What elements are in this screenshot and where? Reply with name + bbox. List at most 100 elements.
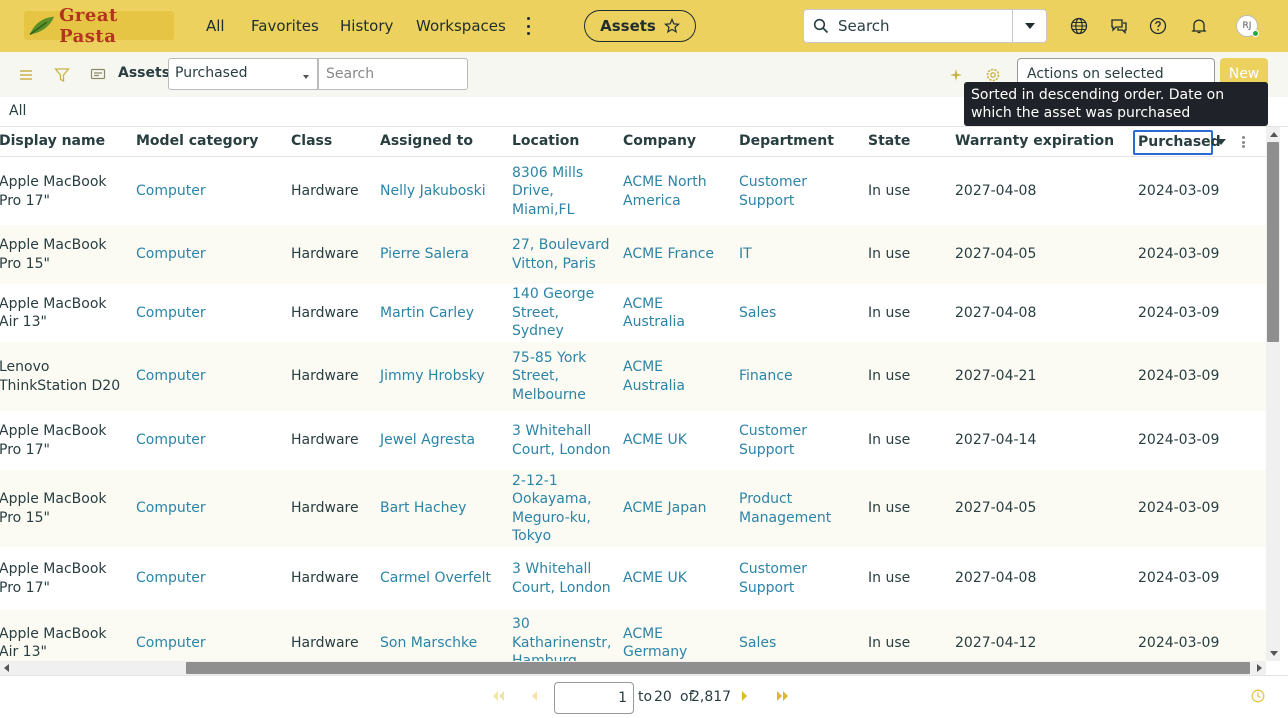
cell-model-category-text[interactable]: Computer	[136, 245, 206, 264]
cell-assigned-to[interactable]: Martin Carley	[380, 284, 505, 342]
column-header-model-category[interactable]: Model category	[136, 133, 258, 149]
cell-department[interactable]: IT	[739, 225, 854, 284]
cell-assigned-to-text[interactable]: Son Marschke	[380, 634, 477, 653]
cell-assigned-to-text[interactable]: Martin Carley	[380, 304, 474, 323]
nav-all[interactable]: All	[206, 0, 225, 52]
cell-assigned-to-text[interactable]: Nelly Jakuboski	[380, 182, 486, 201]
cell-model-category-text[interactable]: Computer	[136, 634, 206, 653]
column-header-purchased[interactable]: Purchased	[1133, 130, 1221, 155]
table-row[interactable]: Apple MacBook Pro 15" Computer Hardware Bar…	[0, 470, 1266, 547]
hamburger-menu-icon[interactable]	[17, 66, 35, 84]
page-number-input[interactable]: 1	[554, 682, 634, 714]
column-options-icon[interactable]	[1241, 136, 1245, 148]
cell-assigned-to-text[interactable]: Jimmy Hrobsky	[380, 367, 485, 386]
cell-company[interactable]: ACME Australia	[623, 342, 723, 411]
global-search-input[interactable]: Search	[838, 17, 1012, 35]
cell-company[interactable]: ACME Japan	[623, 470, 723, 547]
cell-assigned-to[interactable]: Jimmy Hrobsky	[380, 342, 505, 411]
sparkle-icon[interactable]	[947, 66, 965, 84]
horizontal-scrollbar[interactable]	[0, 661, 1266, 675]
cell-location[interactable]: 140 George Street, Sydney	[512, 284, 612, 342]
cell-company-text[interactable]: ACME Japan	[623, 499, 707, 518]
cell-model-category-text[interactable]: Computer	[136, 569, 206, 588]
cell-department[interactable]: Sales	[739, 284, 854, 342]
table-row[interactable]: Apple MacBook Pro 17" Computer Hardware Nel…	[0, 158, 1266, 225]
cell-company[interactable]: ACME UK	[623, 547, 723, 610]
cell-department[interactable]: Sales	[739, 610, 854, 661]
list-search-input[interactable]: Search	[318, 58, 468, 90]
column-header-warranty-expiration[interactable]: Warranty expiration	[955, 133, 1114, 149]
column-header-state[interactable]: State	[868, 133, 910, 149]
cell-model-category[interactable]: Computer	[136, 342, 276, 411]
more-menu-icon[interactable]	[520, 17, 536, 35]
cell-department-text[interactable]: Finance	[739, 367, 793, 386]
cell-model-category-text[interactable]: Computer	[136, 182, 206, 201]
cell-department[interactable]: Finance	[739, 342, 854, 411]
table-row[interactable]: Apple MacBook Pro 17" Computer Hardware Jew…	[0, 411, 1266, 470]
cell-location[interactable]: 75-85 York Street, Melbourne	[512, 342, 612, 411]
table-row[interactable]: Apple MacBook Pro 15" Computer Hardware Pie…	[0, 225, 1266, 284]
vertical-scrollbar[interactable]	[1266, 127, 1280, 661]
cell-assigned-to-text[interactable]: Carmel Overfelt	[380, 569, 491, 588]
cell-department-text[interactable]: Sales	[739, 304, 776, 323]
column-header-company[interactable]: Company	[623, 133, 696, 149]
cell-location-text[interactable]: 140 George Street, Sydney	[512, 285, 612, 341]
horizontal-scroll-thumb[interactable]	[186, 662, 1250, 674]
cell-department-text[interactable]: Customer Support	[739, 173, 854, 210]
cell-location-text[interactable]: 3 Whitehall Court, London	[512, 560, 612, 597]
breadcrumb-all[interactable]: All	[9, 103, 26, 119]
scroll-down-icon[interactable]	[1270, 651, 1278, 656]
cell-company[interactable]: ACME France	[623, 225, 723, 284]
cell-location[interactable]: 27, Boulevard Vitton, Paris	[512, 225, 612, 284]
cell-location-text[interactable]: 2-12-1 Ookayama, Meguro-ku, Tokyo	[512, 472, 612, 546]
cell-location-text[interactable]: 30 Katharinenstr, Hamburg	[512, 615, 612, 661]
cell-company-text[interactable]: ACME Germany	[623, 625, 723, 662]
context-pill[interactable]: Assets	[584, 10, 696, 42]
cell-assigned-to[interactable]: Son Marschke	[380, 610, 505, 661]
cell-assigned-to[interactable]: Pierre Salera	[380, 225, 505, 284]
scroll-up-icon[interactable]	[1270, 132, 1278, 137]
search-field-select[interactable]: Purchased	[168, 58, 318, 90]
table-row[interactable]: Lenovo ThinkStation D20 Computer Hardware J…	[0, 342, 1266, 411]
cell-company-text[interactable]: ACME France	[623, 245, 714, 264]
brand-logo[interactable]: Great Pasta	[24, 5, 174, 47]
cell-model-category[interactable]: Computer	[136, 411, 276, 470]
cell-company[interactable]: ACME North America	[623, 158, 723, 225]
help-icon[interactable]	[1148, 16, 1168, 36]
globe-icon[interactable]	[1069, 16, 1089, 36]
cell-assigned-to[interactable]: Nelly Jakuboski	[380, 158, 505, 225]
cell-department[interactable]: Customer Support	[739, 547, 854, 610]
cell-location-text[interactable]: 27, Boulevard Vitton, Paris	[512, 236, 612, 273]
vertical-scroll-thumb[interactable]	[1267, 142, 1279, 342]
search-scope-dropdown-icon[interactable]	[1012, 10, 1046, 42]
next-page-icon[interactable]	[741, 691, 749, 701]
cell-department-text[interactable]: Customer Support	[739, 422, 854, 459]
cell-location[interactable]: 30 Katharinenstr, Hamburg	[512, 610, 612, 661]
cell-company-text[interactable]: ACME North America	[623, 173, 723, 210]
cell-assigned-to-text[interactable]: Pierre Salera	[380, 245, 469, 264]
cell-location[interactable]: 8306 Mills Drive, Miami,FL	[512, 158, 612, 225]
clock-icon[interactable]	[1251, 689, 1265, 703]
column-header-display-name[interactable]: Display name	[0, 133, 105, 149]
nav-history[interactable]: History	[340, 0, 393, 52]
bell-icon[interactable]	[1189, 16, 1209, 36]
cell-company[interactable]: ACME Germany	[623, 610, 723, 661]
nav-workspaces[interactable]: Workspaces	[416, 0, 506, 52]
column-header-assigned-to[interactable]: Assigned to	[380, 133, 473, 149]
cell-location[interactable]: 3 Whitehall Court, London	[512, 411, 612, 470]
cell-model-category-text[interactable]: Computer	[136, 367, 206, 386]
first-page-icon[interactable]	[491, 691, 505, 701]
star-icon[interactable]	[663, 18, 680, 34]
cell-department-text[interactable]: IT	[739, 245, 752, 264]
cell-location-text[interactable]: 3 Whitehall Court, London	[512, 422, 612, 459]
column-header-class[interactable]: Class	[291, 133, 332, 149]
cell-assigned-to[interactable]: Jewel Agresta	[380, 411, 505, 470]
cell-company[interactable]: ACME UK	[623, 411, 723, 470]
cell-company-text[interactable]: ACME UK	[623, 431, 687, 450]
scroll-left-icon[interactable]	[4, 664, 9, 672]
cell-location[interactable]: 3 Whitehall Court, London	[512, 547, 612, 610]
cell-assigned-to[interactable]: Carmel Overfelt	[380, 547, 505, 610]
last-page-icon[interactable]	[776, 691, 790, 701]
cell-location[interactable]: 2-12-1 Ookayama, Meguro-ku, Tokyo	[512, 470, 612, 547]
table-row[interactable]: Apple MacBook Air 13" Computer Hardware Son…	[0, 610, 1266, 661]
